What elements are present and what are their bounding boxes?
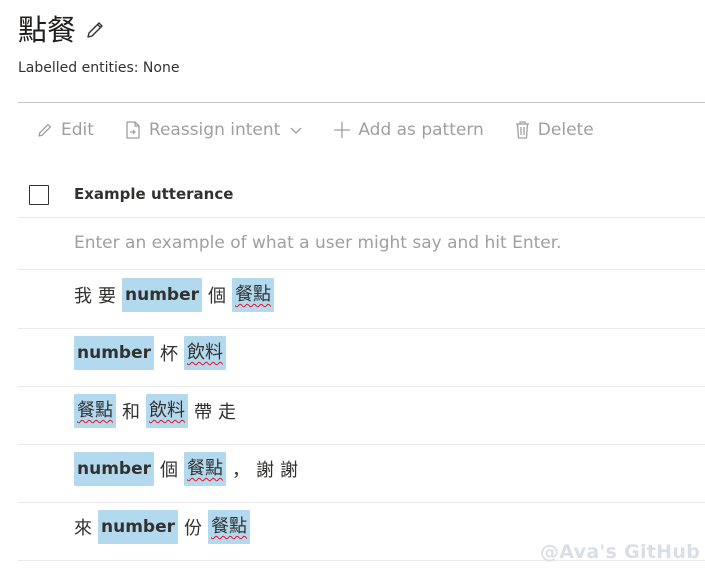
utterance-token: 和: [122, 402, 140, 423]
utterance-input[interactable]: [68, 228, 680, 258]
utterance-token: 個: [160, 460, 179, 481]
entity-label[interactable]: number: [122, 278, 203, 312]
delete-label: Delete: [537, 120, 594, 140]
utterance-token: 份: [184, 518, 203, 539]
labelled-entities-summary: Labelled entities: None: [18, 60, 180, 76]
entity-label[interactable]: 餐點: [232, 278, 275, 312]
plus-icon: [334, 122, 351, 138]
table-header: Example utterance: [18, 174, 705, 218]
delete-button[interactable]: Delete: [514, 120, 594, 140]
utterance-token: 要: [98, 286, 116, 307]
add-as-pattern-button[interactable]: Add as pattern: [333, 120, 484, 140]
utterance-token: 我: [74, 286, 92, 307]
entity-label[interactable]: 飲料: [184, 336, 227, 370]
utterance-token: 來: [74, 518, 92, 539]
header: 點餐: [18, 10, 106, 50]
edit-label: Edit: [61, 120, 94, 140]
utterance-row[interactable]: number 個餐點，謝謝: [18, 444, 705, 503]
utterance-token: 帶: [194, 402, 212, 423]
utterance-text: 來 number 份餐點: [74, 510, 256, 544]
entity-label[interactable]: number: [98, 510, 179, 544]
utterance-text: 我要 number 個餐點: [74, 278, 280, 312]
add-as-pattern-label: Add as pattern: [358, 120, 484, 140]
entity-label[interactable]: 飲料: [146, 394, 188, 428]
utterance-token: ，: [232, 460, 251, 481]
utterance-text: 餐點和飲料帶走: [74, 394, 242, 428]
chevron-down-icon: [290, 127, 302, 134]
page-title: 點餐: [18, 13, 77, 47]
edit-title-icon[interactable]: [84, 19, 106, 41]
document-arrow-icon: [126, 121, 140, 139]
edit-button[interactable]: Edit: [36, 120, 94, 140]
utterance-row[interactable]: 餐點和飲料帶走: [18, 386, 705, 445]
utterance-token: 謝: [280, 460, 299, 481]
reassign-intent-button[interactable]: Reassign intent: [124, 120, 303, 140]
watermark: @Ava's GitHub: [540, 541, 701, 563]
utterance-row[interactable]: number 杯飲料: [18, 328, 705, 387]
toolbar: Edit Reassign intent Add as pattern Dele…: [36, 114, 624, 146]
utterance-input-row: [18, 218, 705, 270]
utterance-text: number 個餐點，謝謝: [74, 452, 304, 486]
entity-label[interactable]: 餐點: [184, 452, 227, 486]
entity-label[interactable]: number: [74, 452, 155, 486]
entity-label[interactable]: number: [74, 336, 155, 370]
trash-icon: [515, 121, 529, 139]
entity-label[interactable]: 餐點: [74, 394, 116, 428]
select-all-checkbox[interactable]: [29, 185, 49, 205]
utterance-token: 謝: [256, 460, 275, 481]
reassign-intent-label: Reassign intent: [148, 120, 281, 140]
utterance-row[interactable]: 我要 number 個餐點: [18, 270, 705, 329]
utterance-token: 個: [208, 286, 227, 307]
divider: [18, 102, 705, 103]
utterance-token: 杯: [160, 344, 179, 365]
entity-label[interactable]: 餐點: [208, 510, 251, 544]
utterance-text: number 杯飲料: [74, 336, 232, 370]
pencil-icon: [38, 123, 52, 137]
utterance-token: 走: [218, 402, 236, 423]
column-header-example-utterance[interactable]: Example utterance: [74, 185, 233, 203]
